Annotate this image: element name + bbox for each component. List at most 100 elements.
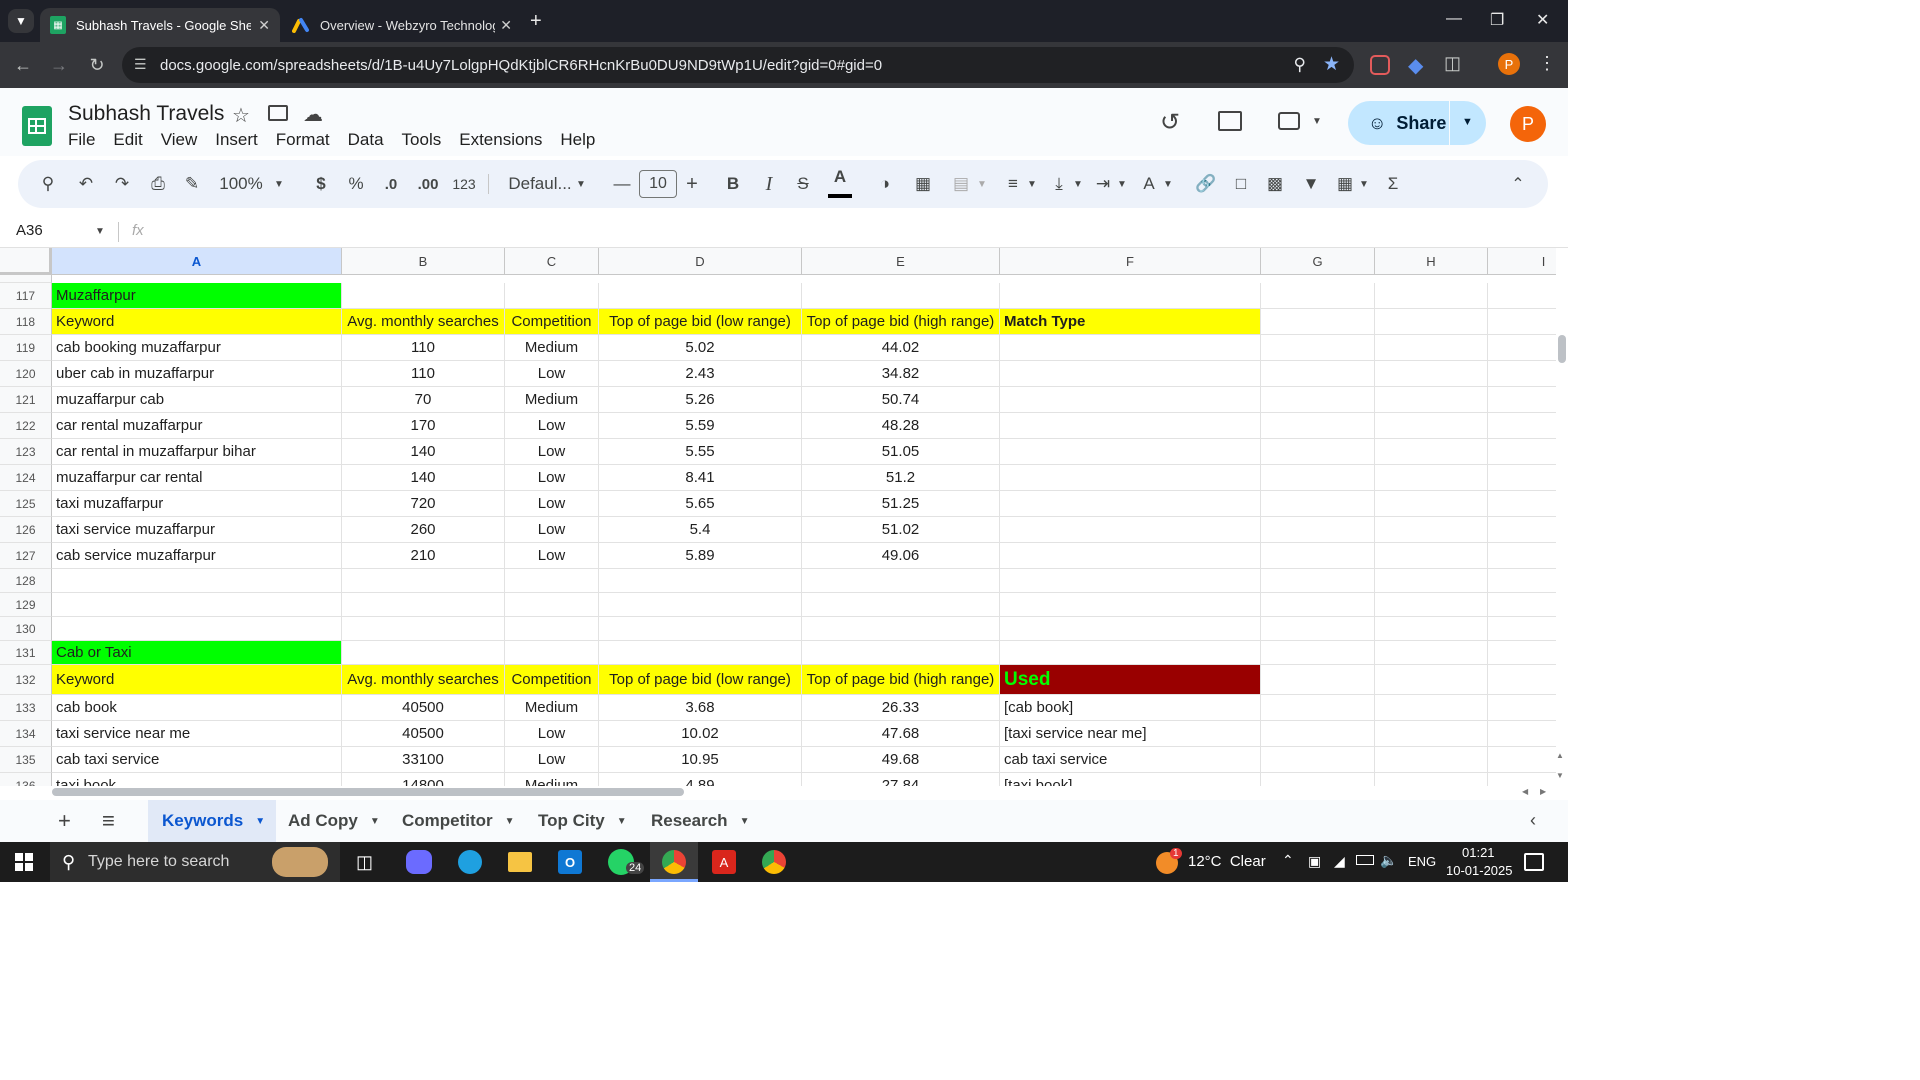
cell-d135[interactable]: 10.95 <box>599 747 802 773</box>
cell-b136[interactable]: 14800 <box>342 773 505 786</box>
cell-e117[interactable] <box>802 283 1000 309</box>
cell-a136[interactable]: taxi book <box>52 773 342 786</box>
row-header[interactable]: 126 <box>0 517 52 543</box>
bold-icon[interactable]: B <box>724 160 742 208</box>
row-header[interactable]: 134 <box>0 721 52 747</box>
cell-a118[interactable]: Keyword <box>52 309 342 335</box>
redo-icon[interactable]: ↷ <box>110 160 134 208</box>
cell-c119[interactable]: Medium <box>505 335 599 361</box>
font-size-input[interactable]: 10 <box>639 170 677 198</box>
percent-button[interactable]: % <box>346 160 366 208</box>
cell-d134[interactable]: 10.02 <box>599 721 802 747</box>
edge-icon[interactable] <box>458 850 482 874</box>
scroll-up-icon[interactable]: ▲ <box>1556 751 1564 760</box>
cell-d119[interactable]: 5.02 <box>599 335 802 361</box>
cell-c131[interactable] <box>505 641 599 665</box>
meet-now-icon[interactable]: ▣ <box>1308 853 1321 870</box>
cell-h126[interactable] <box>1375 517 1488 543</box>
row-header[interactable]: 119 <box>0 335 52 361</box>
taskbar-search[interactable]: ⚲ Type here to search <box>50 842 340 882</box>
cell-c129[interactable] <box>505 593 599 617</box>
row-header[interactable]: 125 <box>0 491 52 517</box>
collapse-toolbar-icon[interactable]: ⌃ <box>1508 160 1528 208</box>
row-header[interactable]: 127 <box>0 543 52 569</box>
cell-b129[interactable] <box>342 593 505 617</box>
scroll-left-icon[interactable]: ◀ <box>1522 787 1528 796</box>
cell-b135[interactable]: 33100 <box>342 747 505 773</box>
row-header[interactable]: 123 <box>0 439 52 465</box>
cell-f127[interactable] <box>1000 543 1261 569</box>
print-icon[interactable]: ⎙ <box>146 160 170 208</box>
name-box[interactable]: A36 <box>16 222 43 239</box>
clock-time[interactable]: 01:21 <box>1462 845 1495 860</box>
move-folder-icon[interactable] <box>268 105 288 121</box>
menu-format[interactable]: Format <box>276 130 330 150</box>
cell-e128[interactable] <box>802 569 1000 593</box>
menu-view[interactable]: View <box>161 130 198 150</box>
zoom-icon[interactable]: ⚲ <box>1294 55 1306 75</box>
extensions-puzzle-icon[interactable]: ◫ <box>1444 53 1461 74</box>
acrobat-icon[interactable]: A <box>712 850 736 874</box>
sheet-tab-competitor[interactable]: Competitor ▼ <box>402 800 515 842</box>
row-header[interactable]: 132 <box>0 665 52 695</box>
cell-i128[interactable] <box>1488 569 1556 593</box>
cell-a135[interactable]: cab taxi service <box>52 747 342 773</box>
new-tab-icon[interactable]: + <box>530 10 542 33</box>
cell-b133[interactable]: 40500 <box>342 695 505 721</box>
zoom-dropdown-icon[interactable]: ▼ <box>272 160 286 208</box>
cell-b117[interactable] <box>342 283 505 309</box>
cell-e135[interactable]: 49.68 <box>802 747 1000 773</box>
cell-c127[interactable]: Low <box>505 543 599 569</box>
cell-a127[interactable]: cab service muzaffarpur <box>52 543 342 569</box>
cell-i121[interactable] <box>1488 387 1556 413</box>
cell-g128[interactable] <box>1261 569 1375 593</box>
row-header[interactable]: 120 <box>0 361 52 387</box>
outlook-icon[interactable]: O <box>558 850 582 874</box>
number-format-button[interactable]: 123 <box>450 160 478 208</box>
row-header[interactable]: 129 <box>0 593 52 617</box>
cell-h121[interactable] <box>1375 387 1488 413</box>
cell-c135[interactable]: Low <box>505 747 599 773</box>
language-indicator[interactable]: ENG <box>1408 854 1436 869</box>
notifications-icon[interactable] <box>1524 853 1544 871</box>
scroll-down-icon[interactable]: ▼ <box>1556 771 1564 780</box>
wrap-dropdown-icon[interactable]: ▼ <box>1116 160 1128 208</box>
browser-menu-icon[interactable]: ⋮ <box>1538 53 1556 74</box>
cell-c130[interactable] <box>505 617 599 641</box>
text-wrap-icon[interactable]: ⇥ <box>1092 160 1114 208</box>
cell-d130[interactable] <box>599 617 802 641</box>
cell-f132[interactable]: Used <box>1000 665 1261 695</box>
decrease-font-size-icon[interactable]: — <box>612 160 632 208</box>
cell-e118[interactable]: Top of page bid (high range) <box>802 309 1000 335</box>
menu-extensions[interactable]: Extensions <box>459 130 542 150</box>
cell-i127[interactable] <box>1488 543 1556 569</box>
cell-g131[interactable] <box>1261 641 1375 665</box>
cell-c128[interactable] <box>505 569 599 593</box>
cell-h118[interactable] <box>1375 309 1488 335</box>
forward-icon[interactable]: → <box>46 52 72 78</box>
cell-d131[interactable] <box>599 641 802 665</box>
cell-f134[interactable]: [taxi service near me] <box>1000 721 1261 747</box>
task-view-icon[interactable]: ◫ <box>356 852 373 873</box>
strikethrough-icon[interactable]: S <box>794 160 812 208</box>
cell-d133[interactable]: 3.68 <box>599 695 802 721</box>
cell-c118[interactable]: Competition <box>505 309 599 335</box>
network-icon[interactable]: ◢ <box>1334 853 1345 870</box>
cell-b130[interactable] <box>342 617 505 641</box>
cell-h131[interactable] <box>1375 641 1488 665</box>
menu-tools[interactable]: Tools <box>402 130 442 150</box>
cell-c121[interactable]: Medium <box>505 387 599 413</box>
cell-g136[interactable] <box>1261 773 1375 786</box>
profile-avatar[interactable]: P <box>1498 53 1520 75</box>
cell-h130[interactable] <box>1375 617 1488 641</box>
cell-f136[interactable]: [taxi book] <box>1000 773 1261 786</box>
cell-e133[interactable]: 26.33 <box>802 695 1000 721</box>
clock-date[interactable]: 10-01-2025 <box>1446 863 1513 878</box>
cell-a122[interactable]: car rental muzaffarpur <box>52 413 342 439</box>
close-tab-icon[interactable]: ✕ <box>258 17 270 34</box>
increase-font-size-icon[interactable]: + <box>682 160 702 208</box>
minimize-icon[interactable]: — <box>1446 10 1462 28</box>
cell-c117[interactable] <box>505 283 599 309</box>
row-header[interactable]: 118 <box>0 309 52 335</box>
cell-i136[interactable] <box>1488 773 1556 786</box>
